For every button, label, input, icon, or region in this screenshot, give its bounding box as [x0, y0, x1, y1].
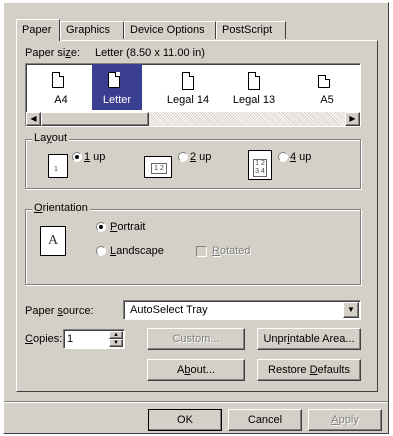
layout-2up-icon: 1 2 — [144, 156, 172, 178]
paper-source-dropdown[interactable]: AutoSelect Tray ▼ — [123, 300, 361, 320]
landscape-label[interactable]: Landscape — [110, 245, 164, 257]
paper-item-label: A5 — [320, 94, 334, 106]
paper-source-label: Paper source: — [25, 305, 94, 317]
paper-source-value: AutoSelect Tray — [130, 304, 208, 316]
tab-paper[interactable]: Paper — [16, 19, 60, 41]
ok-button[interactable]: OK — [148, 409, 222, 431]
layout-group: Layout 1 1 up 1 2 2 up 1 2 3 4 4 up — [25, 132, 361, 189]
custom-button[interactable]: Custom... — [147, 328, 245, 350]
paper-item-letter[interactable]: Letter — [92, 64, 142, 110]
rotated-label: Rotated — [212, 245, 251, 257]
paper-item-a4[interactable]: A4 — [36, 64, 86, 110]
triangle-down-icon: ▼ — [113, 340, 119, 346]
paper-item-label: A4 — [54, 94, 68, 106]
triangle-left-icon: ◀ — [30, 114, 37, 123]
copies-label: Copies: — [25, 333, 63, 345]
scroll-thumb[interactable] — [41, 112, 149, 126]
unprintable-area-button[interactable]: Unprintable Area... — [257, 328, 361, 350]
paper-item-label: Legal 13 — [232, 94, 276, 106]
page-icon — [182, 72, 194, 90]
layout-2up-radio[interactable] — [178, 152, 188, 162]
layout-2up-label[interactable]: 2 up — [190, 151, 211, 163]
layout-1up-icon: 1 — [48, 154, 68, 178]
tab-panel-paper: Paper size: Letter (8.50 x 11.00 in) A4 … — [16, 40, 378, 392]
scroll-right-button[interactable]: ▶ — [345, 112, 360, 126]
layout-group-title: Layout — [32, 132, 70, 144]
portrait-orientation-icon: A — [40, 226, 66, 256]
copies-decrement-button[interactable]: ▼ — [109, 339, 123, 347]
dropdown-arrow-button[interactable]: ▼ — [343, 302, 359, 318]
restore-defaults-button[interactable]: Restore Defaults — [257, 359, 361, 381]
rotated-checkbox[interactable] — [196, 246, 207, 257]
orientation-group: Orientation A Portrait Landscape Rotated — [25, 202, 361, 285]
tab-graphics[interactable]: Graphics — [60, 21, 124, 39]
paper-size-list[interactable]: A4 Letter Legal 14 Legal 13 A5 ◀ ▶ — [25, 63, 361, 127]
layout-1up-label[interactable]: 1 up — [84, 151, 105, 163]
landscape-radio[interactable] — [96, 246, 106, 256]
tab-postscript[interactable]: PostScript — [216, 21, 286, 39]
layout-4up-radio[interactable] — [278, 152, 288, 162]
triangle-right-icon: ▶ — [349, 114, 356, 123]
copies-increment-button[interactable]: ▲ — [109, 331, 123, 339]
chevron-down-icon: ▼ — [347, 305, 355, 314]
tab-device-options[interactable]: Device Options — [124, 21, 216, 39]
footer-divider-highlight — [4, 402, 388, 403]
page-icon — [318, 75, 330, 88]
cancel-button[interactable]: Cancel — [228, 409, 302, 431]
copies-stepper[interactable]: 1 ▲ ▼ — [63, 329, 125, 349]
copies-value[interactable]: 1 — [67, 333, 73, 345]
tab-device-options-label: Device Options — [130, 24, 205, 36]
portrait-label[interactable]: Portrait — [110, 221, 145, 233]
layout-1up-radio[interactable] — [72, 152, 82, 162]
layout-4up-icon: 1 2 3 4 — [248, 150, 272, 180]
orientation-group-title: Orientation — [32, 202, 90, 214]
scroll-track[interactable] — [149, 112, 345, 126]
about-button[interactable]: About... — [147, 359, 245, 381]
apply-button[interactable]: Apply — [308, 409, 382, 431]
paper-item-legal13[interactable]: Legal 13 — [226, 64, 282, 110]
scroll-left-button[interactable]: ◀ — [26, 112, 41, 126]
paper-item-legal14[interactable]: Legal 14 — [160, 64, 216, 110]
layout-4up-label[interactable]: 4 up — [290, 151, 311, 163]
page-icon — [248, 72, 260, 90]
paper-item-label: Legal 14 — [166, 94, 210, 106]
page-icon — [52, 72, 64, 88]
paper-item-a5[interactable]: A5 — [302, 64, 352, 110]
tab-paper-label: Paper — [22, 24, 52, 36]
page-icon — [108, 72, 120, 88]
triangle-up-icon: ▲ — [113, 332, 119, 338]
portrait-radio[interactable] — [96, 222, 106, 232]
tab-postscript-label: PostScript — [222, 24, 273, 36]
paper-item-label: Letter — [102, 94, 132, 106]
paper-size-label: Paper size: — [25, 47, 81, 59]
tab-graphics-label: Graphics — [66, 24, 111, 36]
paper-size-value: Letter (8.50 x 11.00 in) — [95, 47, 205, 59]
printer-properties-dialog: Paper Graphics Device Options PostScript… — [3, 2, 389, 434]
